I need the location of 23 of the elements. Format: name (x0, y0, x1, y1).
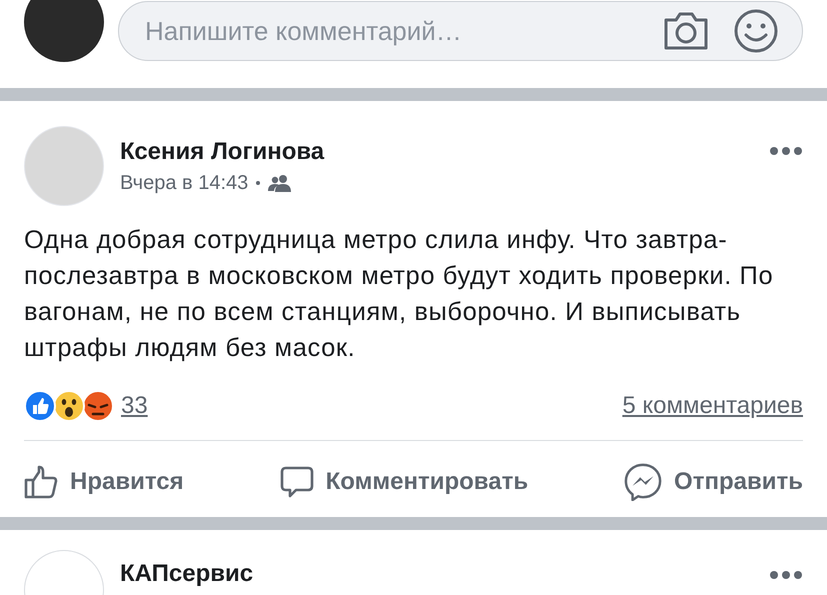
comment-count[interactable]: 5 комментариев (622, 392, 803, 420)
speech-bubble-icon (280, 465, 314, 499)
friends-icon (268, 174, 292, 192)
reaction-count[interactable]: 33 (121, 392, 148, 420)
author-name[interactable]: КАПсервис (120, 560, 753, 588)
messenger-icon (624, 463, 662, 501)
angry-reaction-icon (82, 390, 114, 422)
author-name[interactable]: Ксения Логинова (120, 138, 753, 166)
share-button[interactable]: Отправить (624, 463, 803, 501)
comment-button[interactable]: Комментировать (280, 463, 528, 501)
smiley-icon[interactable] (734, 9, 778, 53)
thumbs-up-icon (24, 465, 58, 499)
comment-field[interactable]: Напишите комментарий… (118, 1, 803, 61)
post-text: Одна добрая сотрудница метро слила инфу. Что завтра-послезавтра в московском метро будут ходить проверки. По вагонам, не по всем станциям, выборочно. И выписывать штрафы людям без масок. (24, 225, 774, 364)
comment-input[interactable]: Напишите комментарий… (143, 14, 638, 48)
like-button[interactable]: Нравится (24, 463, 184, 501)
camera-icon[interactable] (662, 10, 710, 52)
separator-dot (256, 181, 260, 185)
more-icon[interactable] (769, 570, 803, 580)
more-icon[interactable] (769, 146, 803, 156)
wow-reaction-icon (53, 390, 85, 422)
like-reaction-icon (24, 390, 56, 422)
post-time[interactable]: Вчера в 14:43 (120, 172, 248, 194)
